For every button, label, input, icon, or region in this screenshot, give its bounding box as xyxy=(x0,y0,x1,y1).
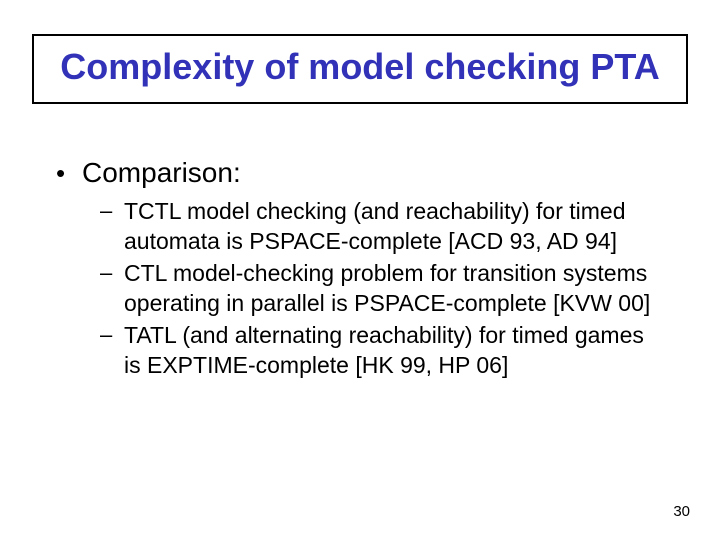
list-item: – TCTL model checking (and reachability)… xyxy=(100,196,666,256)
bullet-level1: • Comparison: xyxy=(56,156,666,190)
list-item-text: TCTL model checking (and reachability) f… xyxy=(124,196,666,256)
list-item-text: TATL (and alternating reachability) for … xyxy=(124,320,666,380)
title-box: Complexity of model checking PTA xyxy=(32,34,688,104)
bullet-dot-icon: • xyxy=(56,156,82,190)
list-item-text: CTL model-checking problem for transitio… xyxy=(124,258,666,318)
slide: Complexity of model checking PTA • Compa… xyxy=(0,0,720,540)
comparison-heading: Comparison: xyxy=(82,156,241,190)
dash-icon: – xyxy=(100,320,124,350)
list-item: – TATL (and alternating reachability) fo… xyxy=(100,320,666,380)
list-item: – CTL model-checking problem for transit… xyxy=(100,258,666,318)
slide-body: • Comparison: – TCTL model checking (and… xyxy=(56,156,666,382)
dash-icon: – xyxy=(100,196,124,226)
dash-icon: – xyxy=(100,258,124,288)
slide-title: Complexity of model checking PTA xyxy=(42,46,678,88)
sub-bullet-list: – TCTL model checking (and reachability)… xyxy=(100,196,666,380)
page-number: 30 xyxy=(673,503,690,520)
